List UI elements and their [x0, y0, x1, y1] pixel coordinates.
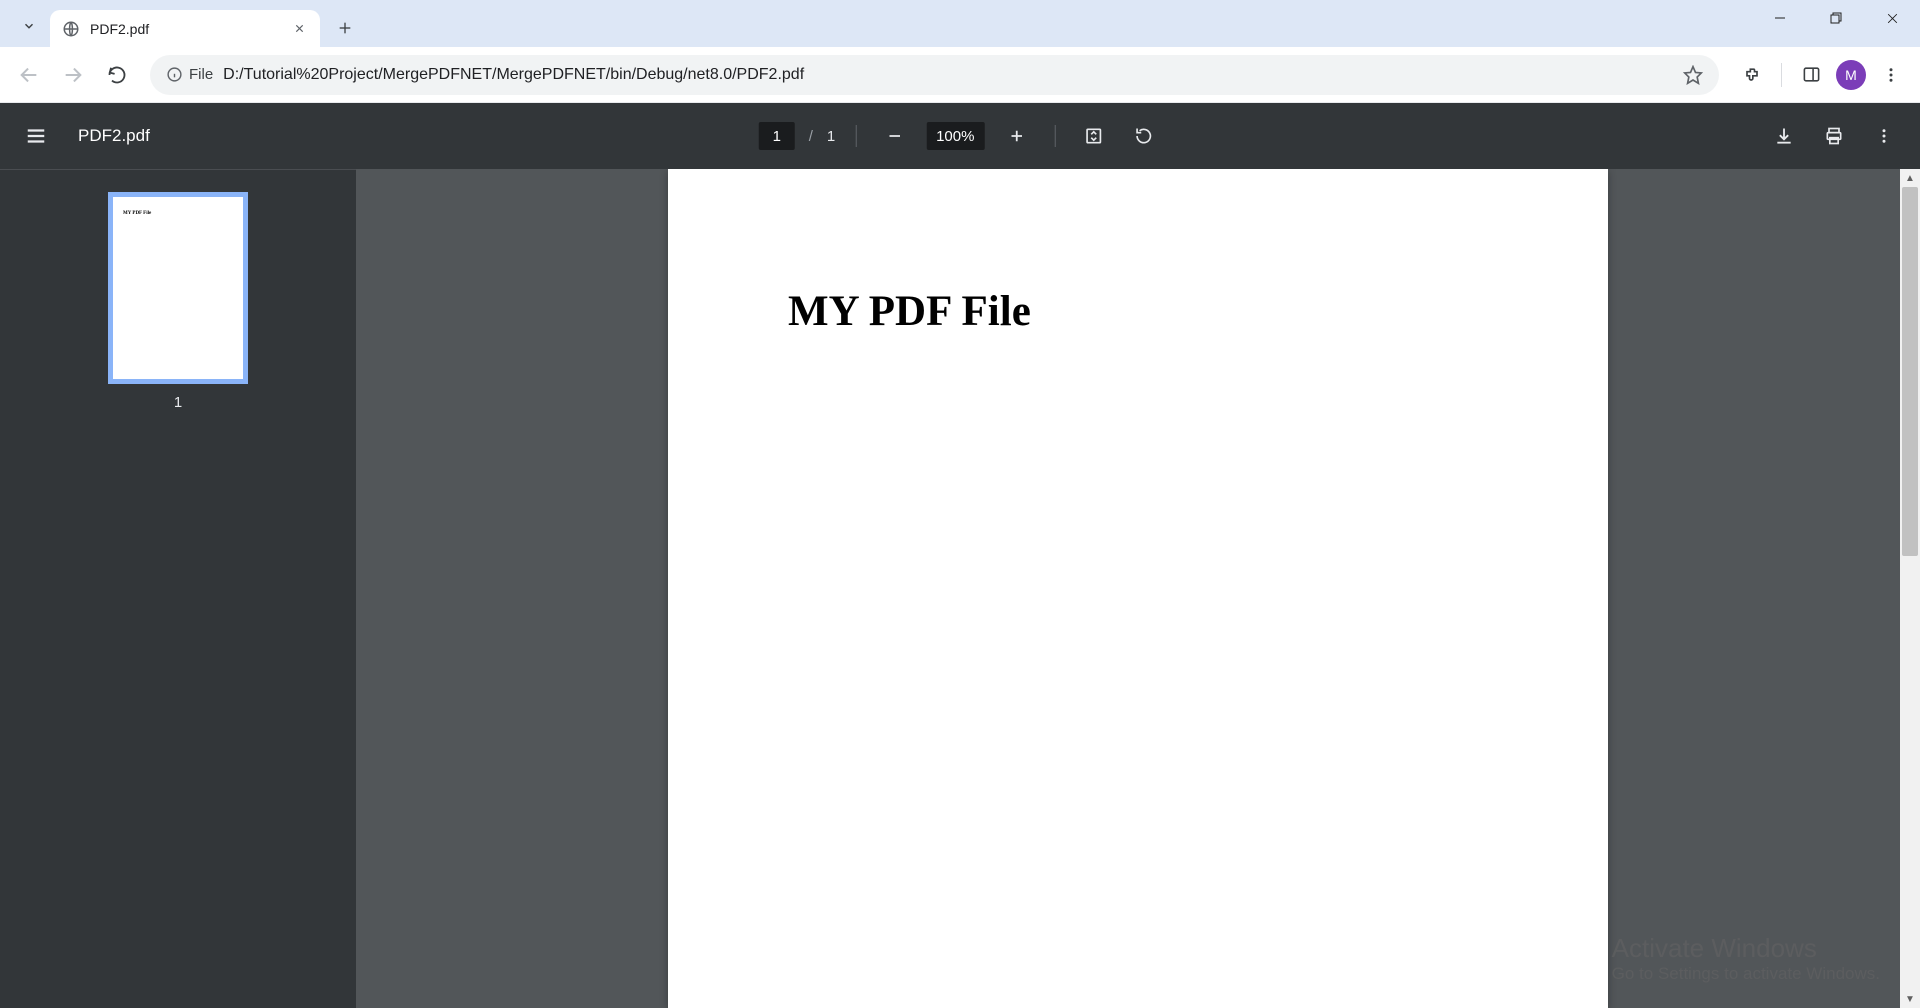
zoom-out-button[interactable] — [876, 118, 912, 154]
extensions-button[interactable] — [1733, 56, 1771, 94]
zoom-in-button[interactable] — [998, 118, 1034, 154]
reload-icon — [107, 65, 127, 85]
rotate-button[interactable] — [1125, 118, 1161, 154]
fit-page-button[interactable] — [1075, 118, 1111, 154]
puzzle-icon — [1742, 65, 1762, 85]
pdf-page: MY PDF File — [668, 169, 1608, 1008]
window-minimize-button[interactable] — [1752, 0, 1808, 36]
arrow-right-icon — [62, 64, 84, 86]
current-page-input[interactable] — [759, 122, 795, 150]
tabs-dropdown-button[interactable] — [12, 9, 46, 43]
page-thumbnail[interactable]: MY PDF File — [108, 192, 248, 384]
nav-forward-button[interactable] — [54, 56, 92, 94]
scroll-up-button[interactable]: ▲ — [1900, 169, 1920, 187]
file-origin-chip[interactable]: File — [166, 66, 213, 83]
zoom-level-input[interactable] — [926, 122, 984, 150]
activation-title: Activate Windows — [1612, 933, 1880, 964]
globe-icon — [62, 20, 80, 38]
maximize-icon — [1830, 12, 1842, 24]
pdf-toolbar: PDF2.pdf / 1 — [0, 103, 1920, 169]
thumbnail-item: MY PDF File 1 — [108, 192, 248, 411]
dots-vertical-icon — [1875, 127, 1893, 145]
browser-menu-button[interactable] — [1872, 56, 1910, 94]
bookmark-button[interactable] — [1683, 65, 1703, 85]
toolbar-divider — [1054, 125, 1055, 147]
scroll-down-button[interactable]: ▼ — [1900, 990, 1920, 1008]
tab-title: PDF2.pdf — [90, 21, 280, 37]
pdf-content-area: MY PDF File 1 MY PDF File ▲ ▼ Activate W… — [0, 169, 1920, 1008]
nav-reload-button[interactable] — [98, 56, 136, 94]
thumbnail-page-number: 1 — [174, 394, 182, 411]
hamburger-icon — [25, 125, 47, 147]
minus-icon — [885, 127, 903, 145]
windows-activation-overlay: Activate Windows Go to Settings to activ… — [1612, 933, 1880, 984]
browser-titlebar: PDF2.pdf — [0, 0, 1920, 47]
page-separator: / — [809, 128, 813, 145]
nav-back-button[interactable] — [10, 56, 48, 94]
pdf-viewer[interactable]: MY PDF File ▲ ▼ Activate Windows Go to S… — [356, 169, 1920, 1008]
thumbnail-sidebar: MY PDF File 1 — [0, 169, 356, 1008]
address-bar-row: File M — [0, 47, 1920, 103]
new-tab-button[interactable] — [330, 13, 360, 43]
plus-icon — [337, 20, 353, 36]
download-button[interactable] — [1766, 118, 1802, 154]
star-icon — [1683, 65, 1703, 85]
pdf-more-button[interactable] — [1866, 118, 1902, 154]
pdf-toolbar-left: PDF2.pdf — [18, 118, 150, 154]
minimize-icon — [1774, 12, 1786, 24]
print-button[interactable] — [1816, 118, 1852, 154]
url-input[interactable] — [223, 66, 1673, 84]
toolbar-separator — [1781, 63, 1782, 87]
window-close-button[interactable] — [1864, 0, 1920, 36]
plus-icon — [1007, 127, 1025, 145]
pdf-menu-button[interactable] — [18, 118, 54, 154]
pdf-toolbar-center: / 1 — [759, 118, 1162, 154]
pdf-toolbar-right — [1766, 118, 1902, 154]
download-icon — [1774, 126, 1794, 146]
window-controls — [1752, 0, 1920, 36]
thumbnail-preview-text: MY PDF File — [123, 211, 233, 216]
document-heading: MY PDF File — [788, 287, 1488, 336]
pdf-filename: PDF2.pdf — [78, 126, 150, 146]
tab-close-button[interactable] — [290, 20, 308, 38]
panel-icon — [1802, 65, 1821, 84]
chevron-down-icon — [22, 19, 36, 33]
omnibox[interactable]: File — [150, 55, 1719, 95]
arrow-left-icon — [18, 64, 40, 86]
close-icon — [1886, 12, 1899, 25]
side-panel-button[interactable] — [1792, 56, 1830, 94]
profile-avatar[interactable]: M — [1836, 60, 1866, 90]
dots-vertical-icon — [1882, 66, 1900, 84]
activation-subtitle: Go to Settings to activate Windows. — [1612, 964, 1880, 984]
fit-icon — [1083, 126, 1103, 146]
vertical-scrollbar[interactable]: ▲ ▼ — [1900, 169, 1920, 1008]
print-icon — [1824, 126, 1844, 146]
file-chip-label: File — [189, 66, 213, 83]
avatar-letter: M — [1845, 67, 1857, 83]
close-icon — [294, 23, 305, 34]
browser-tab[interactable]: PDF2.pdf — [50, 10, 320, 47]
scrollbar-track[interactable] — [1900, 187, 1920, 990]
tabs-area: PDF2.pdf — [0, 0, 360, 47]
window-maximize-button[interactable] — [1808, 0, 1864, 36]
total-pages: 1 — [827, 128, 835, 145]
info-icon — [166, 66, 183, 83]
toolbar-divider — [855, 125, 856, 147]
rotate-icon — [1133, 126, 1153, 146]
scrollbar-thumb[interactable] — [1902, 187, 1918, 556]
